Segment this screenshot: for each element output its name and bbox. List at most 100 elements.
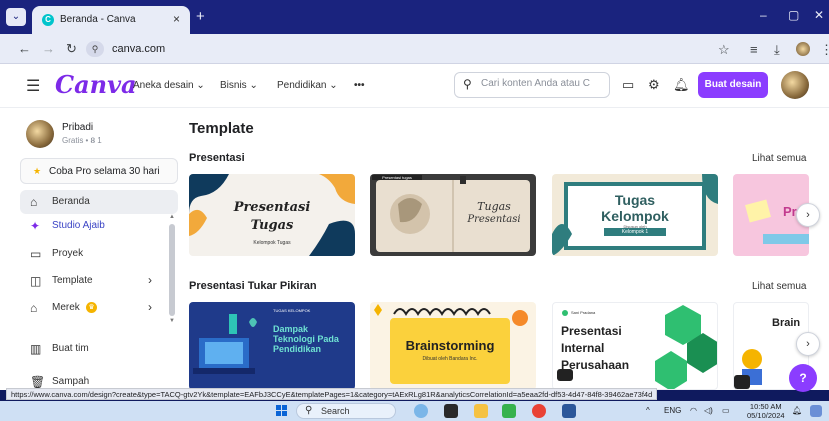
maximize-icon[interactable]: ▢ (788, 8, 799, 22)
template-icon: ◫ (30, 274, 42, 288)
template-card[interactable]: Tugas Presentasi Presentasi tugas (370, 174, 536, 256)
carousel-next-button[interactable]: › (796, 203, 820, 227)
canva-logo[interactable]: Canva (55, 70, 137, 99)
card-subtitle: Presentasi (467, 214, 521, 225)
reload-icon[interactable]: ↻ (66, 41, 77, 57)
template-card[interactable]: TUGAS KELOMPOK Dampak Teknologi Pada Pen… (189, 302, 355, 390)
sidebar-item-buat-tim[interactable]: ▥ Buat tim (20, 337, 178, 361)
menu-kebab-icon[interactable]: ⋮ (820, 42, 829, 58)
address-bar[interactable]: ⚲ canva.com (86, 38, 706, 60)
card-subtitle: Tugas (250, 218, 294, 233)
search-box[interactable]: ⚲ (454, 72, 610, 98)
card-badge: Presentasi tugas (372, 175, 422, 180)
card-title: Presentasi Internal Perusahaan (561, 324, 630, 372)
help-button[interactable]: ? (789, 364, 817, 392)
download-icon[interactable]: ⤓ (774, 42, 780, 58)
widget-icon[interactable] (810, 405, 822, 417)
sidebar-item-label: Sampah (52, 376, 90, 387)
sidebar-item-proyek[interactable]: ▭ Proyek (20, 242, 178, 266)
tab-title: Beranda - Canva (60, 14, 136, 25)
sparkle-icon: ✦ (30, 219, 41, 233)
menu-bisnis[interactable]: Bisnis ⌄ (220, 80, 258, 91)
section-title-tukar-pikiran: Presentasi Tukar Pikiran (189, 280, 317, 292)
back-icon[interactable]: ← (18, 41, 31, 56)
avatar[interactable] (781, 71, 809, 99)
window-close-icon[interactable]: ✕ (814, 8, 824, 22)
sidebar-item-studio-ajaib[interactable]: ✦ Studio Ajaib (20, 214, 178, 238)
home-icon: ⌂ (30, 195, 38, 209)
card-caption: Dibuat oleh Bandara Inc. (422, 356, 478, 362)
tab-search-icon[interactable]: ⌄ (6, 8, 26, 26)
card-title: Brain (772, 317, 801, 329)
card-header: TUGAS KELOMPOK (273, 308, 311, 313)
menu-pendidikan[interactable]: Pendidikan ⌄ (277, 80, 338, 91)
scroll-up-icon[interactable]: ▲ (169, 214, 175, 220)
sidebar-scrollbar[interactable] (169, 224, 175, 316)
see-all-tukar-pikiran-link[interactable]: Lihat semua (752, 281, 806, 292)
scroll-down-icon[interactable]: ▼ (169, 318, 175, 324)
file-explorer-icon[interactable] (474, 404, 488, 418)
template-card[interactable]: Tugas Kelompok Disusun oleh Kelompok 1 (552, 174, 718, 256)
profile-plan: Gratis • 𝟖 1 (62, 136, 102, 145)
chevron-right-icon[interactable]: › (148, 300, 152, 314)
sidebar-item-label: Studio Ajaib (52, 220, 105, 231)
canva-app: ☰ Canva Aneka desain ⌄ Bisnis ⌄ Pendidik… (0, 64, 829, 392)
volume-icon[interactable]: ◁) (704, 406, 713, 415)
tray-chevron-icon[interactable]: ^ (646, 406, 650, 415)
settings-gear-icon[interactable]: ⚙ (648, 77, 660, 93)
section-title-presentasi: Presentasi (189, 152, 245, 164)
sidebar-item-beranda[interactable]: ⌂ Beranda (20, 190, 178, 214)
taskbar-search[interactable]: ⚲ Search (296, 403, 396, 419)
browser-tab-bar: ⌄ C Beranda - Canva × + – ▢ ✕ (0, 0, 829, 34)
notification-icon[interactable]: 🔔︎ (792, 406, 802, 415)
clock[interactable]: 10:50 AM 05/10/2024 (747, 402, 785, 420)
profile-icon[interactable] (796, 42, 810, 56)
forward-icon[interactable]: → (42, 41, 55, 56)
menu-more[interactable]: ••• (354, 80, 365, 91)
wifi-icon[interactable]: ◠ (690, 406, 697, 415)
battery-icon[interactable]: ▭ (722, 406, 730, 415)
template-card[interactable]: Sani Pradana Presentasi Internal Perusah… (552, 302, 718, 390)
profile-avatar[interactable] (26, 120, 54, 148)
sidebar-item-merek[interactable]: ⌂ Merek ♛ › (20, 296, 178, 320)
site-info-icon[interactable]: ⚲ (86, 41, 104, 57)
search-icon: ⚲ (463, 77, 472, 91)
crown-icon: ★ (33, 166, 42, 176)
team-icon: ▥ (30, 342, 42, 356)
profile-name[interactable]: Pribadi (62, 122, 93, 133)
bookmark-star-icon[interactable]: ☆ (718, 42, 730, 58)
sidebar-item-template[interactable]: ◫ Template › (20, 269, 178, 293)
see-all-presentasi-link[interactable]: Lihat semua (752, 153, 806, 164)
word-icon[interactable] (562, 404, 576, 418)
crown-badge-icon: ♛ (86, 302, 97, 313)
tab-close-icon[interactable]: × (173, 12, 180, 26)
card-title: Pr (783, 204, 797, 219)
windows-start-icon[interactable] (276, 405, 288, 417)
address-url[interactable]: canva.com (112, 43, 165, 55)
chevron-right-icon[interactable]: › (148, 273, 152, 287)
chrome-icon[interactable] (532, 404, 546, 418)
search-input[interactable] (481, 78, 605, 89)
create-design-button[interactable]: Buat desain (698, 72, 768, 98)
new-tab-icon[interactable]: + (196, 8, 205, 25)
card-subtitle: Kelompok (601, 208, 669, 224)
carousel-next-button[interactable]: › (796, 332, 820, 356)
reading-list-icon[interactable]: ≡ (750, 42, 758, 57)
notification-bell-icon[interactable]: 🔔︎ (673, 77, 690, 93)
card-title: Presentasi (233, 200, 311, 215)
task-view-icon[interactable] (444, 404, 458, 418)
template-card[interactable]: Presentasi Tugas Kelompok Tugas (189, 174, 355, 256)
language-indicator[interactable]: ENG (664, 406, 681, 415)
monitor-icon[interactable]: ▭ (622, 77, 634, 93)
page-title: Template (189, 120, 254, 137)
try-pro-button[interactable]: ★ Coba Pro selama 30 hari (20, 158, 178, 184)
card-caption: Kelompok 1 (621, 229, 649, 235)
browser-tab[interactable]: C Beranda - Canva × (32, 6, 190, 34)
canva-favicon-icon: C (42, 14, 54, 26)
weather-icon[interactable] (414, 404, 428, 418)
minimize-icon[interactable]: – (760, 8, 767, 22)
template-card[interactable]: Brainstorming Dibuat oleh Bandara Inc. (370, 302, 536, 390)
store-icon[interactable] (502, 404, 516, 418)
menu-aneka-desain[interactable]: Aneka desain ⌄ (133, 80, 205, 91)
hamburger-icon[interactable]: ☰ (26, 76, 40, 96)
